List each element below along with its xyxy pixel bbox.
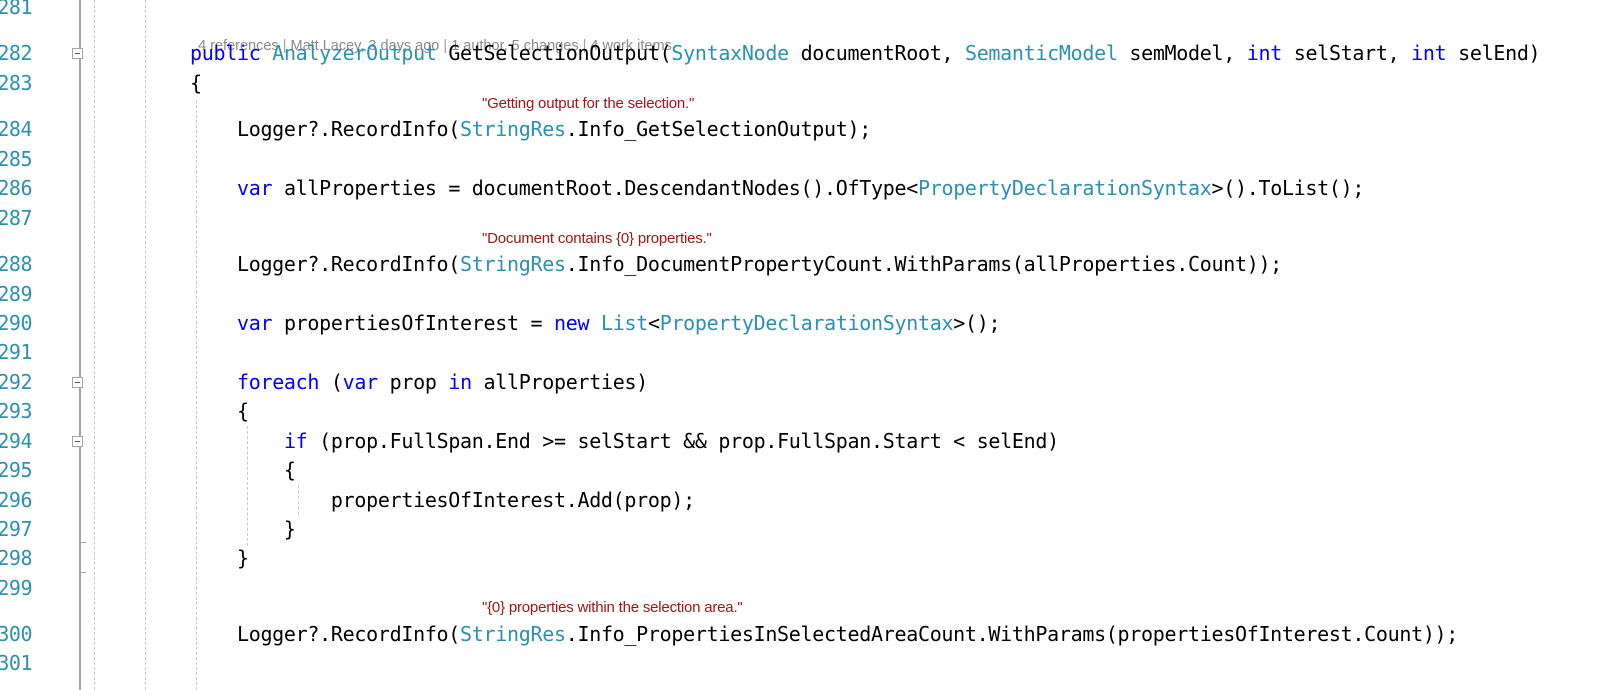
code-token: .Info_GetSelectionOutput); xyxy=(565,117,872,141)
code-token: Logger?.RecordInfo( xyxy=(190,622,461,646)
line-number: 301 xyxy=(0,651,33,675)
keyword-token: if xyxy=(283,429,308,453)
keyword-token: public xyxy=(190,41,261,65)
code-token: .Info_DocumentPropertyCount.WithParams(a… xyxy=(565,252,1283,276)
code-line[interactable]: { xyxy=(190,400,249,422)
code-token: >(); xyxy=(953,311,1001,335)
keyword-token: foreach xyxy=(236,370,320,394)
line-number: 297 xyxy=(0,517,33,541)
line-number: 300 xyxy=(0,622,33,646)
code-token: >().ToList(); xyxy=(1211,176,1365,200)
code-token: } xyxy=(190,517,296,541)
line-number: 284 xyxy=(0,117,33,141)
keyword-token: var xyxy=(342,370,379,394)
code-token: Logger?.RecordInfo( xyxy=(190,252,461,276)
keyword-token: int xyxy=(1246,41,1283,65)
line-number: 281 xyxy=(0,0,33,19)
type-token: PropertyDeclarationSyntax xyxy=(917,176,1212,200)
string-resource-hint: "Document contains {0} properties." xyxy=(482,230,712,247)
code-token: { xyxy=(190,71,202,95)
line-number: 289 xyxy=(0,282,33,306)
code-token: allProperties = documentRoot.DescendantN… xyxy=(272,176,918,200)
line-number: 295 xyxy=(0,458,33,482)
collapse-if-icon[interactable] xyxy=(72,436,83,447)
type-token: AnalyzerOutput xyxy=(272,41,437,65)
indent-guide xyxy=(94,0,95,690)
keyword-token: new xyxy=(554,311,590,335)
code-line[interactable]: } xyxy=(190,518,296,540)
string-resource-hint: "{0} properties within the selection are… xyxy=(482,599,743,616)
code-line[interactable]: Logger?.RecordInfo(StringRes.Info_Docume… xyxy=(190,253,1282,275)
line-number: 296 xyxy=(0,488,33,512)
code-line[interactable]: if (prop.FullSpan.End >= selStart && pro… xyxy=(190,430,1059,452)
code-token: documentRoot, xyxy=(788,41,965,65)
string-resource-hint: "Getting output for the selection." xyxy=(482,95,695,112)
code-line[interactable]: } xyxy=(190,547,249,569)
code-line[interactable]: propertiesOfInterest.Add(prop); xyxy=(190,489,695,511)
line-number: 286 xyxy=(0,176,33,200)
type-token: StringRes xyxy=(460,622,566,646)
code-token: semModel, xyxy=(1117,41,1247,65)
code-token: { xyxy=(190,458,296,482)
code-token: Logger?.RecordInfo( xyxy=(190,117,461,141)
outline-end-marker xyxy=(80,542,86,543)
line-number: 290 xyxy=(0,311,33,335)
type-token: PropertyDeclarationSyntax xyxy=(659,311,954,335)
line-number: 287 xyxy=(0,206,33,230)
code-line[interactable]: foreach (var prop in allProperties) xyxy=(190,371,648,393)
code-token: (prop.FullSpan.End >= selStart && prop.F… xyxy=(307,429,1059,453)
line-number: 288 xyxy=(0,252,33,276)
collapse-method-icon[interactable] xyxy=(72,48,83,59)
line-number: 292 xyxy=(0,370,33,394)
code-token: < xyxy=(647,311,660,335)
code-line[interactable]: var propertiesOfInterest = new List<Prop… xyxy=(190,311,1001,335)
line-number: 293 xyxy=(0,399,33,423)
line-number: 298 xyxy=(0,546,33,570)
code-line[interactable]: var allProperties = documentRoot.Descend… xyxy=(190,177,1364,199)
keyword-token: int xyxy=(1411,41,1447,65)
outlining-margin xyxy=(79,0,81,690)
keyword-token: in xyxy=(448,370,472,394)
code-line[interactable]: public AnalyzerOutput GetSelectionOutput… xyxy=(190,41,1541,65)
line-number: 291 xyxy=(0,340,33,364)
keyword-token: var xyxy=(236,176,273,200)
outline-end-marker xyxy=(80,572,86,573)
collapse-foreach-icon[interactable] xyxy=(72,377,83,388)
type-token: StringRes xyxy=(460,117,566,141)
code-line[interactable]: Logger?.RecordInfo(StringRes.Info_GetSel… xyxy=(190,118,871,140)
line-number: 282 xyxy=(0,41,33,65)
code-token: { xyxy=(190,399,249,423)
code-token: propertiesOfInterest.Add(prop); xyxy=(190,488,695,512)
code-token: } xyxy=(190,546,249,570)
line-number: 294 xyxy=(0,429,33,453)
code-token: propertiesOfInterest = xyxy=(272,311,554,335)
line-number: 285 xyxy=(0,147,33,171)
code-token: selEnd) xyxy=(1446,41,1541,65)
type-token: List xyxy=(600,311,648,335)
type-token: StringRes xyxy=(460,252,566,276)
keyword-token: var xyxy=(236,311,273,335)
code-token: .Info_PropertiesInSelectedAreaCount.With… xyxy=(565,622,1459,646)
code-line[interactable]: Logger?.RecordInfo(StringRes.Info_Proper… xyxy=(190,623,1458,645)
code-token: allProperties) xyxy=(471,370,649,394)
code-token: selStart, xyxy=(1281,41,1412,65)
indent-guide xyxy=(145,0,146,690)
line-number: 299 xyxy=(0,576,33,600)
code-line[interactable]: { xyxy=(190,459,296,481)
code-line[interactable]: { xyxy=(190,72,202,94)
code-token: ( xyxy=(319,370,343,394)
type-token: SemanticModel xyxy=(964,41,1118,65)
type-token: SyntaxNode xyxy=(671,41,789,65)
code-token: prop xyxy=(377,370,449,394)
code-token: GetSelectionOutput( xyxy=(436,41,672,65)
line-number: 283 xyxy=(0,71,33,95)
